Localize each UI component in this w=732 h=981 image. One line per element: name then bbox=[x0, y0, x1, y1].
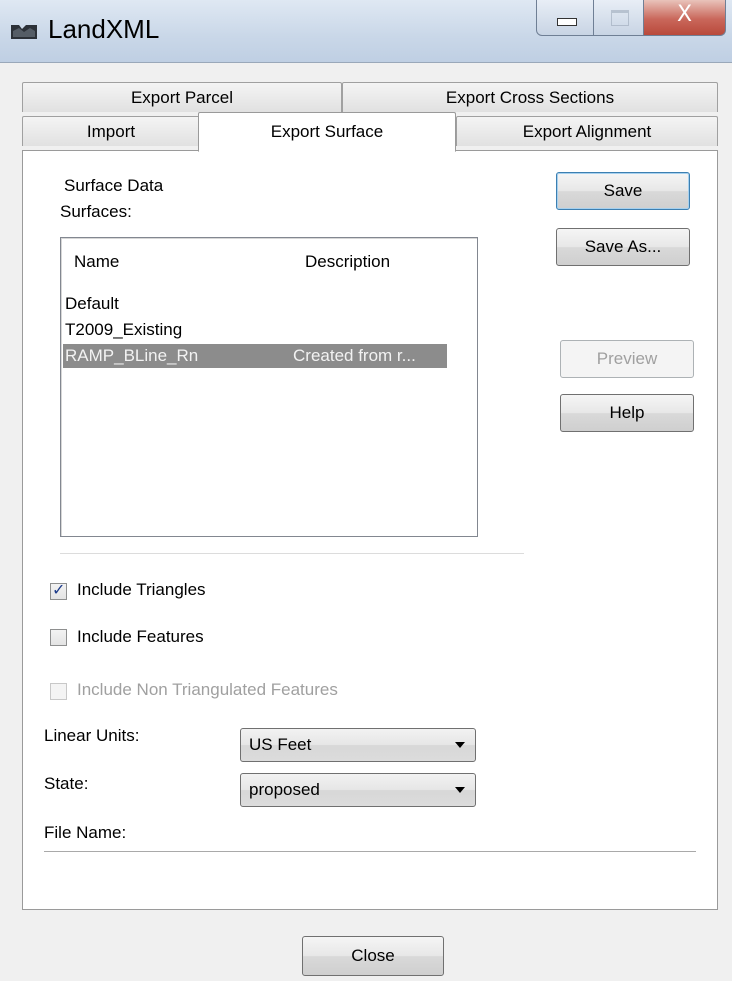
minimize-button[interactable] bbox=[536, 0, 594, 36]
app-icon bbox=[11, 25, 37, 39]
minimize-icon bbox=[557, 18, 577, 26]
include-non-triangulated-label: Include Non Triangulated Features bbox=[77, 680, 338, 699]
surface-name: Default bbox=[65, 294, 119, 313]
tab-label: Export Surface bbox=[270, 122, 384, 141]
close-window-button[interactable]: X bbox=[644, 0, 726, 36]
state-value: proposed bbox=[249, 780, 320, 799]
surfaces-list[interactable]: Name Description Default T2009_Existing … bbox=[60, 237, 478, 537]
column-header-description[interactable]: Description bbox=[305, 252, 390, 272]
linear-units-value: US Feet bbox=[249, 735, 312, 754]
close-button[interactable]: Close bbox=[302, 936, 444, 976]
chevron-down-icon bbox=[455, 742, 465, 748]
preview-button-label: Preview bbox=[596, 349, 658, 368]
linear-units-dropdown[interactable]: US Feet bbox=[240, 728, 476, 762]
include-triangles-checkbox[interactable] bbox=[50, 580, 67, 600]
tab-label: Export Cross Sections bbox=[445, 87, 615, 107]
surface-name: RAMP_BLine_Rn bbox=[65, 346, 199, 365]
caption-buttons: X bbox=[536, 0, 726, 38]
window-title: LandXML bbox=[48, 14, 160, 44]
close-icon: X bbox=[676, 2, 693, 27]
landxml-window: LandXML X Export Parcel Export Cross Sec… bbox=[0, 0, 732, 981]
list-item[interactable]: Default bbox=[63, 292, 447, 316]
maximize-button bbox=[594, 0, 644, 36]
save-button[interactable]: Save bbox=[556, 172, 690, 210]
surface-data-group-title: Surface Data bbox=[64, 176, 164, 195]
tab-export-alignment[interactable]: Export Alignment bbox=[456, 116, 718, 146]
tab-import[interactable]: Import bbox=[22, 116, 200, 146]
column-header-name[interactable]: Name bbox=[74, 252, 119, 272]
save-as-button-label: Save As... bbox=[584, 237, 662, 256]
tab-export-surface[interactable]: Export Surface bbox=[198, 112, 456, 152]
title-bar[interactable]: LandXML X bbox=[0, 0, 732, 62]
surface-name: T2009_Existing bbox=[65, 320, 183, 339]
tab-export-parcel[interactable]: Export Parcel bbox=[22, 82, 342, 112]
list-item[interactable]: T2009_Existing bbox=[63, 318, 447, 342]
include-triangles-label: Include Triangles bbox=[77, 580, 206, 599]
tab-label: Export Parcel bbox=[130, 87, 234, 107]
help-button-label: Help bbox=[609, 403, 645, 422]
tab-label: Export Alignment bbox=[522, 121, 652, 141]
include-features-checkbox[interactable] bbox=[50, 629, 67, 646]
tab-label: Import bbox=[86, 121, 136, 141]
include-features-label: Include Features bbox=[77, 627, 204, 646]
separator bbox=[60, 553, 524, 554]
save-as-button[interactable]: Save As... bbox=[556, 228, 690, 266]
surfaces-label: Surfaces: bbox=[60, 202, 132, 221]
close-button-label: Close bbox=[351, 946, 395, 965]
file-name-field-line[interactable] bbox=[44, 851, 696, 852]
preview-button[interactable]: Preview bbox=[560, 340, 694, 378]
list-item-selected[interactable]: RAMP_BLine_Rn Created from r... bbox=[63, 344, 447, 368]
surface-description: Created from r... bbox=[293, 346, 416, 365]
linear-units-label: Linear Units: bbox=[44, 726, 140, 745]
chevron-down-icon bbox=[455, 787, 465, 793]
help-button[interactable]: Help bbox=[560, 394, 694, 432]
file-name-label: File Name: bbox=[44, 823, 127, 842]
maximize-icon bbox=[611, 10, 629, 26]
state-label: State: bbox=[44, 774, 89, 793]
tab-export-cross-sections[interactable]: Export Cross Sections bbox=[342, 82, 718, 112]
save-button-label: Save bbox=[603, 181, 643, 200]
state-dropdown[interactable]: proposed bbox=[240, 773, 476, 807]
include-non-triangulated-checkbox bbox=[50, 683, 67, 700]
